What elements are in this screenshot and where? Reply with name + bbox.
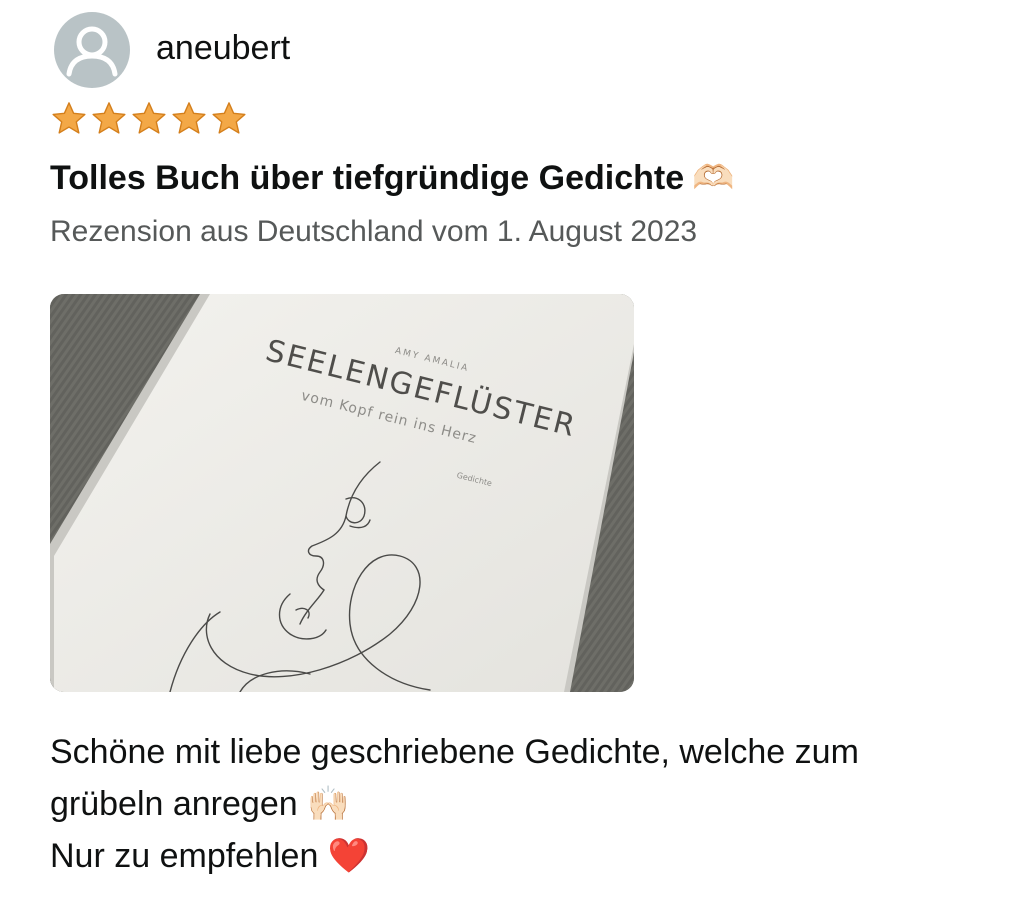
avatar[interactable] [54, 12, 130, 88]
red-heart-icon: ❤️ [327, 837, 371, 875]
book-photo-image: AMY AMALIA SEELENGEFLÜSTER vom Kopf rein… [50, 294, 634, 692]
review-body-line-1: Schöne mit liebe geschriebene Gedichte, … [50, 726, 980, 830]
review-body: Schöne mit liebe geschriebene Gedichte, … [50, 726, 980, 882]
star-icon [170, 100, 208, 138]
review-body-line-2: Nur zu empfehlen ❤️ [50, 830, 980, 882]
review-body-text-1: Schöne mit liebe geschriebene Gedichte, … [50, 733, 859, 823]
star-icon [90, 100, 128, 138]
heart-hands-icon: 🫶🏻 [692, 159, 735, 197]
review-title[interactable]: Tolles Buch über tiefgründige Gedichte 🫶🏻 [50, 158, 734, 199]
review-photo[interactable]: AMY AMALIA SEELENGEFLÜSTER vom Kopf rein… [50, 294, 634, 692]
reviewer-name[interactable]: aneubert [156, 31, 290, 65]
star-icon [50, 100, 88, 138]
review-body-text-2: Nur zu empfehlen [50, 837, 319, 875]
star-rating[interactable] [50, 100, 248, 138]
review-meta: Rezension aus Deutschland vom 1. August … [50, 215, 698, 248]
user-silhouette-icon [66, 26, 118, 77]
review-title-text: Tolles Buch über tiefgründige Gedichte [50, 159, 685, 197]
raising-hands-icon: 🙌🏻 [307, 785, 350, 823]
reviewer-profile[interactable]: aneubert [54, 12, 290, 88]
star-icon [130, 100, 168, 138]
review-card: aneubert Tolles Buch über tiefgründige G… [0, 0, 1024, 900]
star-icon [210, 100, 248, 138]
